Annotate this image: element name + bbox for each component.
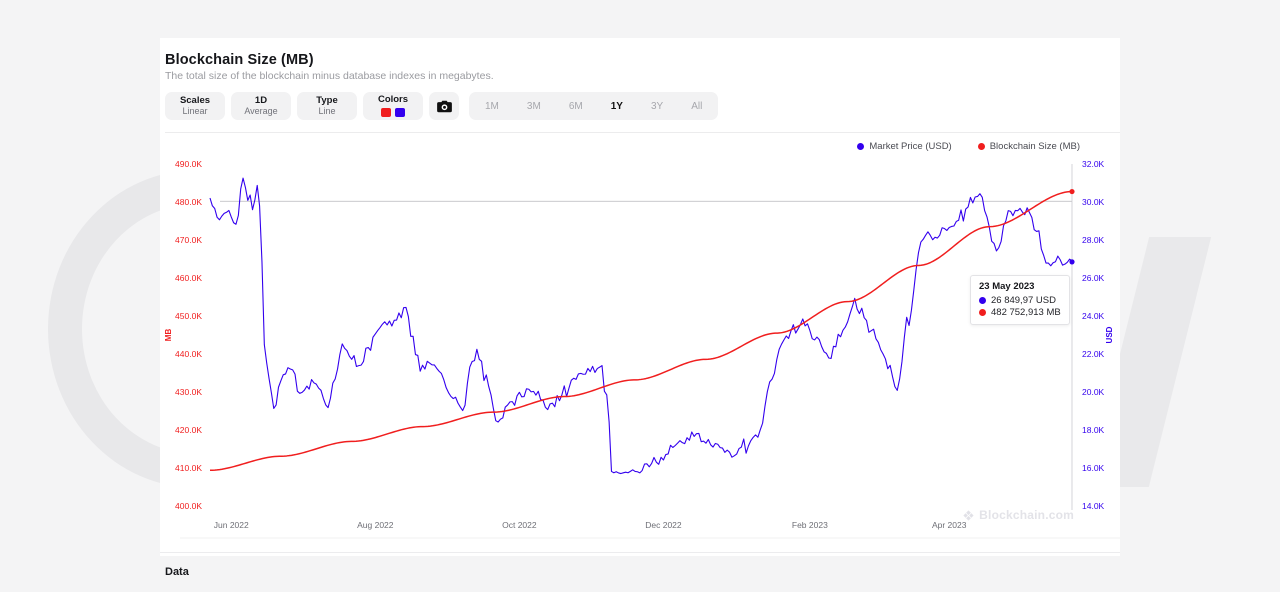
legend-label-blockchain-size: Blockchain Size (MB) — [989, 141, 1080, 152]
time-range-group: 1M 3M 6M 1Y 3Y All — [469, 92, 719, 120]
legend-dot-blockchain-size — [977, 143, 985, 150]
y-axis-right-tick: 24.0K — [1082, 311, 1105, 321]
color-swatches — [381, 107, 405, 117]
chart-plot-area[interactable]: 490.0K 480.0K 470.0K 460.0K 450.0K 440.0K 430.… — [160, 152, 1120, 552]
y-axis-left-tick: 470.0K — [175, 235, 202, 245]
x-axis-tick: Dec 2022 — [645, 520, 682, 530]
range-button-6m[interactable]: 6M — [555, 94, 597, 118]
scales-value: Linear — [182, 106, 208, 117]
interval-label: 1D — [254, 94, 268, 106]
legend-label-market-price: Market Price (USD) — [869, 141, 952, 152]
data-section-label: Data — [165, 566, 189, 578]
series-endpoint-blockchain-size — [1069, 188, 1075, 195]
card-footer: Data — [160, 552, 1120, 580]
chart-svg: 490.0K 480.0K 470.0K 460.0K 450.0K 440.0K 430.… — [164, 159, 1120, 539]
range-button-3y[interactable]: 3Y — [637, 94, 677, 118]
y-axis-right-tick: 16.0K — [1082, 463, 1105, 473]
type-label: Type — [316, 94, 338, 106]
y-axis-left-tick: 440.0K — [175, 349, 202, 359]
legend-item-blockchain-size[interactable]: Blockchain Size (MB) — [977, 141, 1080, 152]
type-control[interactable]: Type Line — [297, 92, 357, 120]
y-axis-left-tick: 400.0K — [175, 501, 202, 511]
chart-toolbar: Scales Linear 1D Average Type Line Color… — [165, 92, 1120, 120]
scales-control[interactable]: Scales Linear — [165, 92, 225, 120]
chart-card: Blockchain Size (MB) The total size of t… — [160, 38, 1120, 578]
y-axis-right-tick: 22.0K — [1082, 349, 1105, 359]
series-line-blockchain-size — [209, 190, 1073, 472]
interval-control[interactable]: 1D Average — [231, 92, 291, 120]
y-axis-left-title: MB — [164, 329, 173, 342]
y-axis-right-tick: 14.0K — [1082, 501, 1105, 511]
y-axis-left-tick: 430.0K — [175, 387, 202, 397]
y-axis-left-tick: 490.0K — [175, 159, 202, 169]
camera-icon[interactable] — [429, 92, 459, 120]
tooltip-dot-mb — [979, 309, 986, 316]
y-axis-right-tick: 26.0K — [1082, 273, 1105, 283]
range-button-1y[interactable]: 1Y — [597, 94, 637, 118]
tooltip-dot-usd — [979, 297, 986, 304]
x-axis-tick: Apr 2023 — [932, 520, 967, 530]
y-axis-left-tick: 480.0K — [175, 197, 202, 207]
y-axis-left-tick: 460.0K — [175, 273, 202, 283]
range-button-all[interactable]: All — [677, 94, 716, 118]
interval-value: Average — [244, 106, 278, 117]
series-endpoint-market-price — [1069, 259, 1075, 265]
y-axis-right-tick: 32.0K — [1082, 159, 1105, 169]
chart-header: Blockchain Size (MB) The total size of t… — [160, 38, 1120, 133]
range-button-1m[interactable]: 1M — [471, 94, 513, 118]
page-subtitle: The total size of the blockchain minus d… — [165, 70, 494, 82]
type-value: Line — [318, 106, 336, 117]
legend-dot-market-price — [857, 143, 865, 150]
y-axis-right-tick: 30.0K — [1082, 197, 1105, 207]
chart-legend: Market Price (USD) Blockchain Size (MB) — [160, 133, 1120, 152]
y-axis-right-title: USD — [1105, 326, 1114, 343]
legend-item-market-price[interactable]: Market Price (USD) — [857, 141, 952, 152]
x-axis-tick: Oct 2022 — [502, 520, 537, 530]
tooltip-row-usd: 26 849,97 USD — [979, 295, 1061, 306]
scales-label: Scales — [179, 94, 211, 106]
y-axis-left-tick: 450.0K — [175, 311, 202, 321]
tooltip-value-mb: 482 752,913 MB — [991, 307, 1061, 318]
y-axis-right-tick: 18.0K — [1082, 425, 1105, 435]
page-title: Blockchain Size (MB) — [165, 52, 314, 68]
chart-tooltip: 23 May 2023 26 849,97 USD 482 752,913 MB — [970, 275, 1070, 325]
blockchain-logo-icon: Blockchain.com — [963, 508, 1074, 522]
y-axis-left-tick: 410.0K — [175, 463, 202, 473]
x-axis-tick: Aug 2022 — [357, 520, 394, 530]
colors-label: Colors — [377, 94, 409, 106]
y-axis-right-tick: 20.0K — [1082, 387, 1105, 397]
watermark-text: Blockchain.com — [979, 508, 1074, 522]
range-button-3m[interactable]: 3M — [513, 94, 555, 118]
x-axis-tick: Jun 2022 — [214, 520, 249, 530]
colors-control[interactable]: Colors — [363, 92, 423, 120]
x-axis-tick: Feb 2023 — [792, 520, 828, 530]
tooltip-date: 23 May 2023 — [979, 281, 1035, 292]
color-swatch-red[interactable] — [381, 107, 391, 117]
y-axis-left-tick: 420.0K — [175, 425, 202, 435]
y-axis-right-tick: 28.0K — [1082, 235, 1105, 245]
tooltip-row-mb: 482 752,913 MB — [979, 307, 1061, 318]
color-swatch-blue[interactable] — [395, 107, 405, 117]
tooltip-value-usd: 26 849,97 USD — [991, 295, 1056, 306]
series-line-market-price — [209, 177, 1073, 475]
